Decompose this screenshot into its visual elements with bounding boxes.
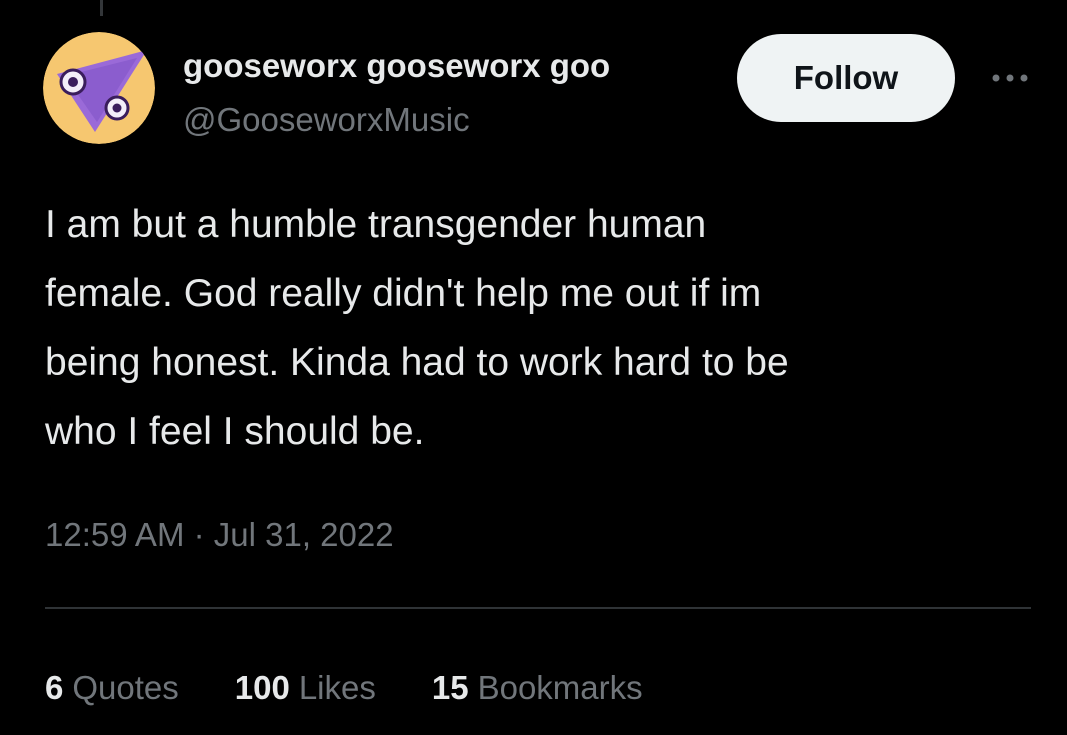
thread-connector-line xyxy=(100,0,103,16)
tweet-text: I am but a humble transgender human fema… xyxy=(45,203,789,453)
stat-likes-count: 100 xyxy=(234,669,290,706)
stat-quotes-count: 6 xyxy=(45,669,64,706)
more-dots-icon xyxy=(992,74,1028,82)
tweet-timestamp[interactable]: 12:59 AM · Jul 31, 2022 xyxy=(45,513,394,557)
stat-quotes[interactable]: 6 Quotes xyxy=(45,666,179,710)
stat-bookmarks[interactable]: 15 Bookmarks xyxy=(432,666,643,710)
author-display-name[interactable]: gooseworx gooseworx goo xyxy=(183,44,716,88)
more-options-button[interactable] xyxy=(985,60,1035,96)
author-handle[interactable]: @GooseworxMusic xyxy=(183,98,470,142)
divider xyxy=(45,607,1031,609)
stat-quotes-label: Quotes xyxy=(72,669,179,706)
tweet-stats: 6 Quotes 100 Likes 15 Bookmarks xyxy=(45,666,643,710)
avatar-triangle-eyes-icon xyxy=(43,32,155,144)
stat-likes[interactable]: 100 Likes xyxy=(235,666,376,710)
avatar[interactable] xyxy=(43,32,155,144)
stat-bookmarks-count: 15 xyxy=(431,669,469,706)
follow-button[interactable]: Follow xyxy=(737,34,955,122)
stat-bookmarks-label: Bookmarks xyxy=(477,669,643,706)
stat-likes-label: Likes xyxy=(298,669,376,706)
